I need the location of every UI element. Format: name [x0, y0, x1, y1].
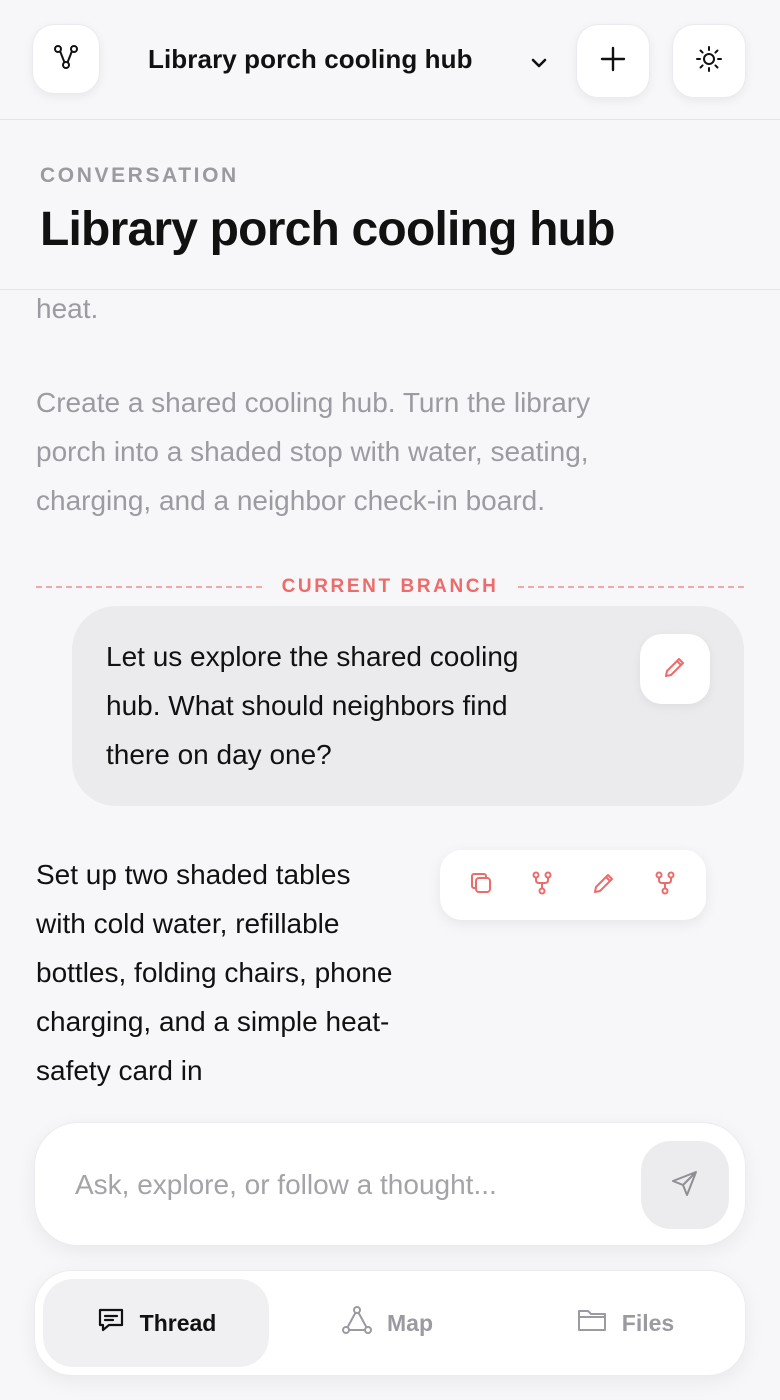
user-message-bubble: Let us explore the shared cooling hub. W… — [72, 606, 744, 806]
message-actions-toolbar — [440, 850, 706, 920]
send-button[interactable] — [641, 1141, 729, 1229]
message-input[interactable] — [75, 1163, 635, 1207]
composer — [34, 1122, 746, 1246]
graph-icon — [341, 1305, 373, 1341]
earlier-message-fragment: heat. — [36, 293, 99, 324]
bottom-tab-bar: Thread Map Files — [34, 1270, 746, 1376]
divider-line — [36, 586, 262, 588]
branch-graph-button[interactable] — [32, 24, 100, 94]
plus-icon — [600, 46, 626, 77]
git-fork-icon — [652, 870, 678, 901]
fork-button[interactable] — [645, 865, 685, 905]
chevron-down-icon[interactable] — [526, 50, 552, 76]
copy-button[interactable] — [461, 865, 501, 905]
message-thread[interactable]: heat. Create a shared cooling hub. Turn … — [0, 290, 780, 1120]
edit-message-button[interactable] — [640, 634, 710, 704]
page-title: Library porch cooling hub — [40, 203, 615, 256]
tab-label: Map — [387, 1309, 433, 1336]
conversation-header: CONVERSATION Library porch cooling hub — [0, 120, 780, 290]
section-eyebrow: CONVERSATION — [40, 164, 239, 187]
branch-button[interactable] — [522, 865, 562, 905]
chat-icon — [96, 1305, 126, 1341]
git-branch-icon — [529, 870, 555, 901]
conversation-selector-title[interactable]: Library porch cooling hub — [148, 44, 473, 75]
branch-label: CURRENT BRANCH — [281, 576, 499, 597]
earlier-message: Create a shared cooling hub. Turn the li… — [36, 387, 591, 516]
sun-icon — [695, 45, 723, 78]
tab-files[interactable]: Files — [515, 1279, 735, 1367]
user-message-text: Let us explore the shared cooling hub. W… — [106, 641, 519, 770]
tab-label: Files — [621, 1309, 675, 1336]
theme-toggle-button[interactable] — [672, 24, 746, 98]
branch-divider: CURRENT BRANCH — [36, 572, 745, 602]
tab-map[interactable]: Map — [287, 1279, 487, 1367]
folder-icon — [576, 1306, 608, 1340]
top-bar: Library porch cooling hub — [0, 0, 780, 120]
branch-graph-icon — [52, 43, 80, 76]
pencil-icon — [591, 870, 617, 901]
copy-icon — [468, 870, 494, 901]
assistant-message-text: Set up two shaded tables with cold water… — [36, 859, 393, 1086]
divider-line — [518, 586, 745, 588]
new-conversation-button[interactable] — [576, 24, 650, 98]
pencil-icon — [662, 654, 688, 685]
send-icon — [670, 1168, 700, 1203]
tab-label: Thread — [139, 1309, 217, 1336]
edit-response-button[interactable] — [584, 865, 624, 905]
tab-thread[interactable]: Thread — [43, 1279, 269, 1367]
